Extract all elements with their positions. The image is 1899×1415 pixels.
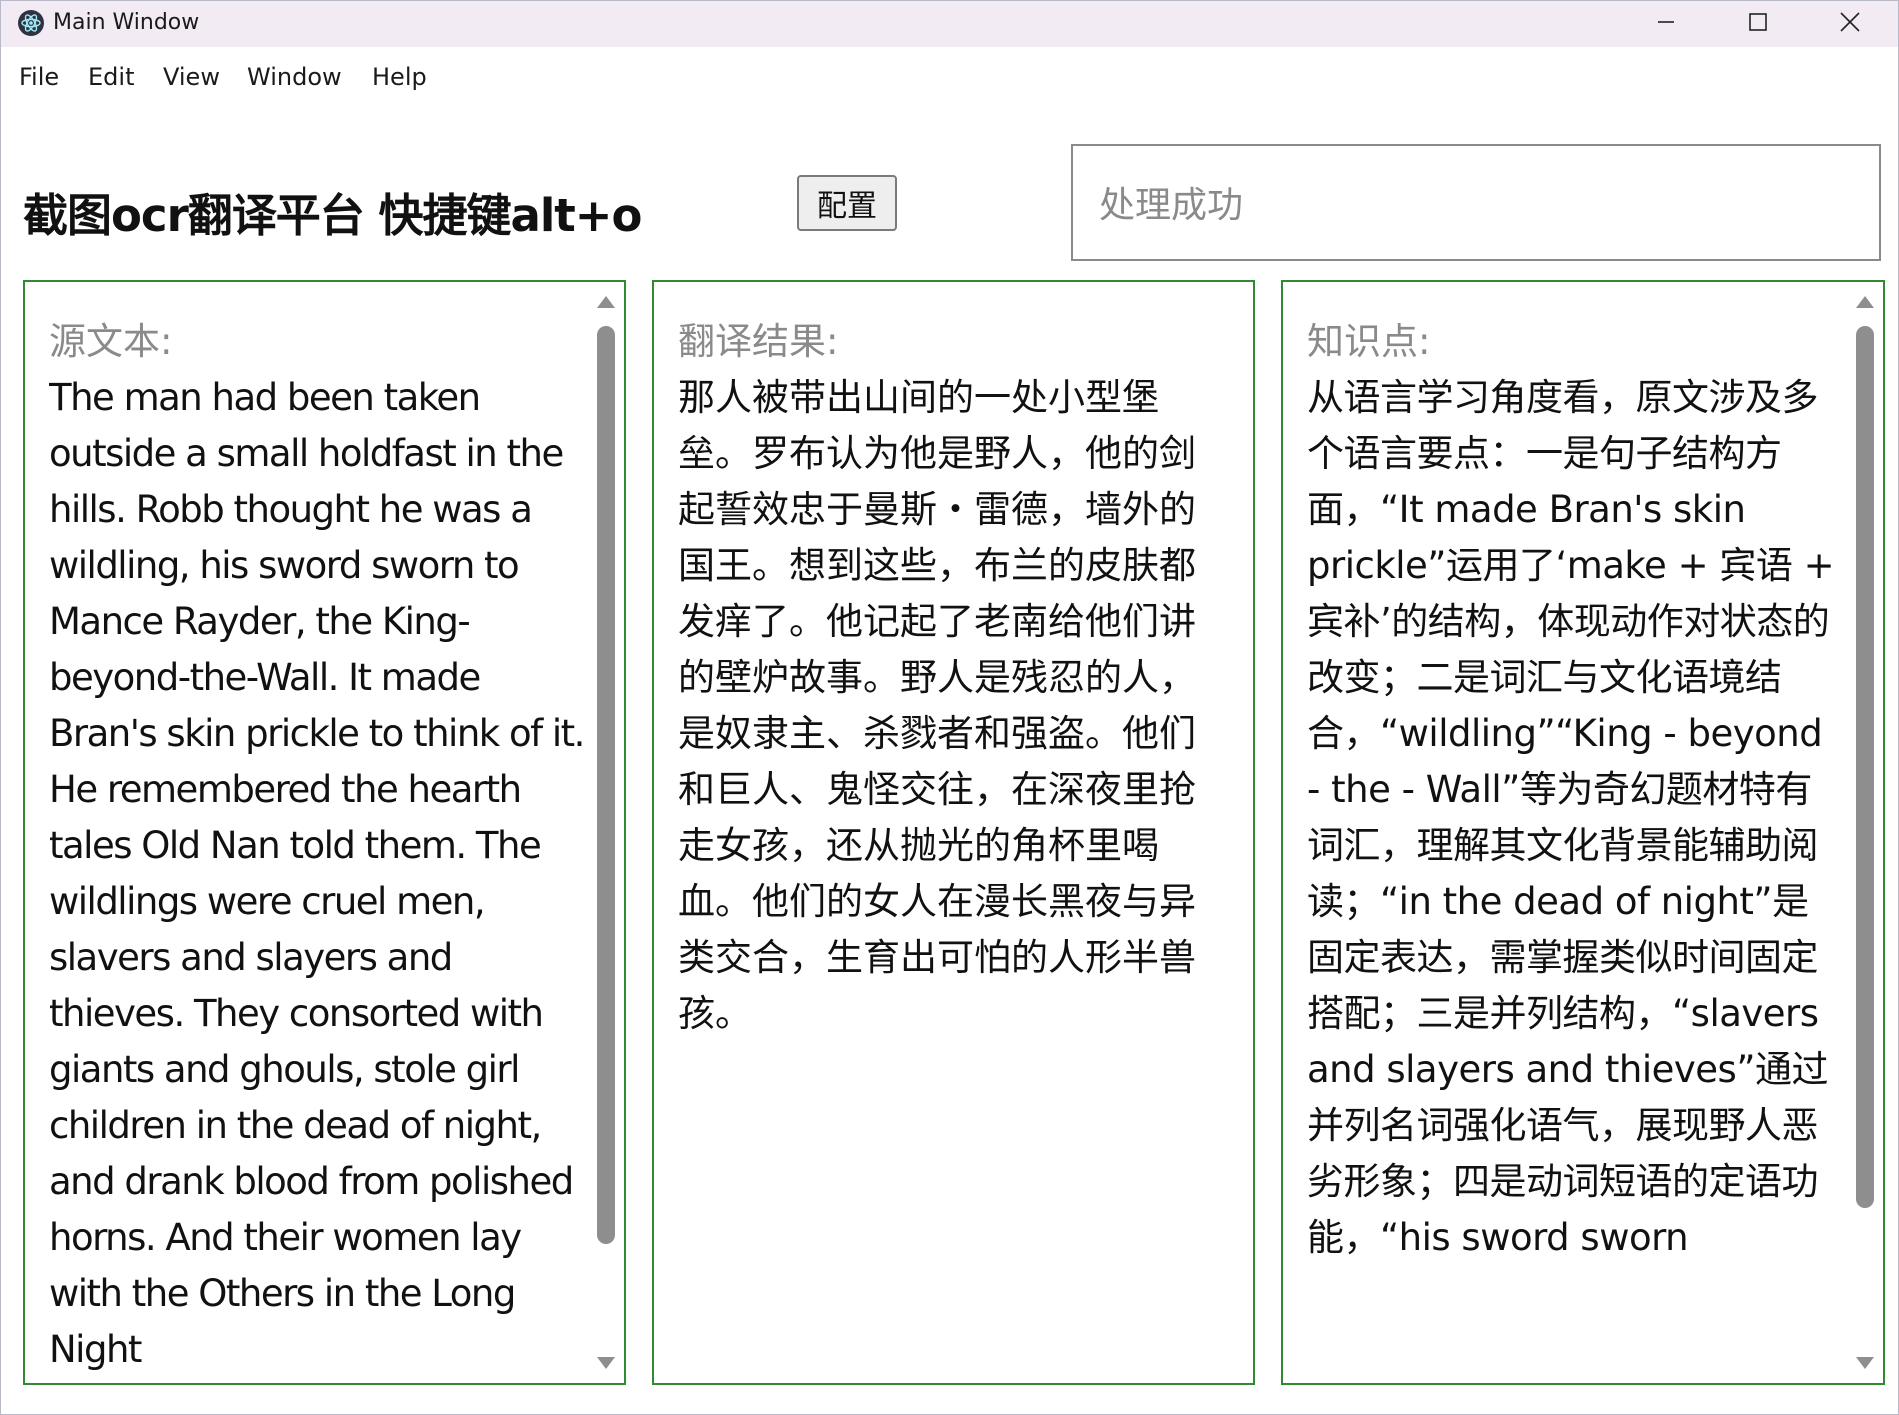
window-title: Main Window — [53, 10, 200, 35]
minimize-icon — [1656, 12, 1676, 36]
source-scroll-thumb[interactable] — [597, 326, 615, 1244]
scroll-up-arrow-icon[interactable] — [1853, 292, 1877, 312]
maximize-icon — [1748, 12, 1768, 36]
menu-edit[interactable]: Edit — [88, 63, 134, 91]
main-window: Main Window File Edit View Window Help 截… — [0, 0, 1899, 1415]
scroll-down-arrow-icon[interactable] — [1853, 1353, 1877, 1373]
title-bar[interactable]: Main Window — [1, 1, 1898, 47]
status-field[interactable]: 处理成功 — [1071, 144, 1881, 261]
knowledge-scroll-thumb[interactable] — [1856, 326, 1874, 1208]
menu-view[interactable]: View — [163, 63, 220, 91]
menu-help[interactable]: Help — [372, 63, 427, 91]
translation-body: 那人被带出山间的一处小型堡垒。罗布认为他是野人，他的剑起誓效忠于曼斯・雷德，墙外… — [678, 376, 1196, 1035]
source-text-panel[interactable]: 源文本: The man had been taken outside a sm… — [23, 280, 626, 1385]
scroll-down-arrow-icon[interactable] — [594, 1353, 618, 1373]
source-scrollbar[interactable] — [594, 292, 618, 1373]
config-button[interactable]: 配置 — [797, 175, 897, 231]
knowledge-label: 知识点: — [1307, 320, 1431, 363]
knowledge-panel[interactable]: 知识点: 从语言学习角度看，原文涉及多个语言要点：一是句子结构方面，“It ma… — [1281, 280, 1885, 1385]
knowledge-body: 从语言学习角度看，原文涉及多个语言要点：一是句子结构方面，“It made Br… — [1307, 376, 1835, 1259]
status-text: 处理成功 — [1099, 185, 1244, 226]
menu-window[interactable]: Window — [247, 63, 342, 91]
menu-file[interactable]: File — [19, 63, 59, 91]
translation-label: 翻译结果: — [678, 320, 839, 363]
close-icon — [1839, 11, 1861, 37]
page-title: 截图ocr翻译平台 快捷键alt+o — [23, 189, 642, 242]
scroll-up-arrow-icon[interactable] — [594, 292, 618, 312]
electron-app-icon — [17, 9, 45, 37]
close-button[interactable] — [1805, 1, 1895, 47]
translation-content: 翻译结果: 那人被带出山间的一处小型堡垒。罗布认为他是野人，他的剑起誓效忠于曼斯… — [678, 314, 1213, 1383]
minimize-button[interactable] — [1621, 1, 1711, 47]
menu-bar: File Edit View Window Help — [1, 47, 1898, 109]
source-text-body: The man had been taken outside a small h… — [49, 376, 584, 1371]
translation-panel[interactable]: 翻译结果: 那人被带出山间的一处小型堡垒。罗布认为他是野人，他的剑起誓效忠于曼斯… — [652, 280, 1255, 1385]
knowledge-content: 知识点: 从语言学习角度看，原文涉及多个语言要点：一是句子结构方面，“It ma… — [1307, 314, 1843, 1383]
source-text-content: 源文本: The man had been taken outside a sm… — [49, 314, 584, 1383]
knowledge-scrollbar[interactable] — [1853, 292, 1877, 1373]
maximize-button[interactable] — [1713, 1, 1803, 47]
source-text-label: 源文本: — [49, 320, 173, 363]
